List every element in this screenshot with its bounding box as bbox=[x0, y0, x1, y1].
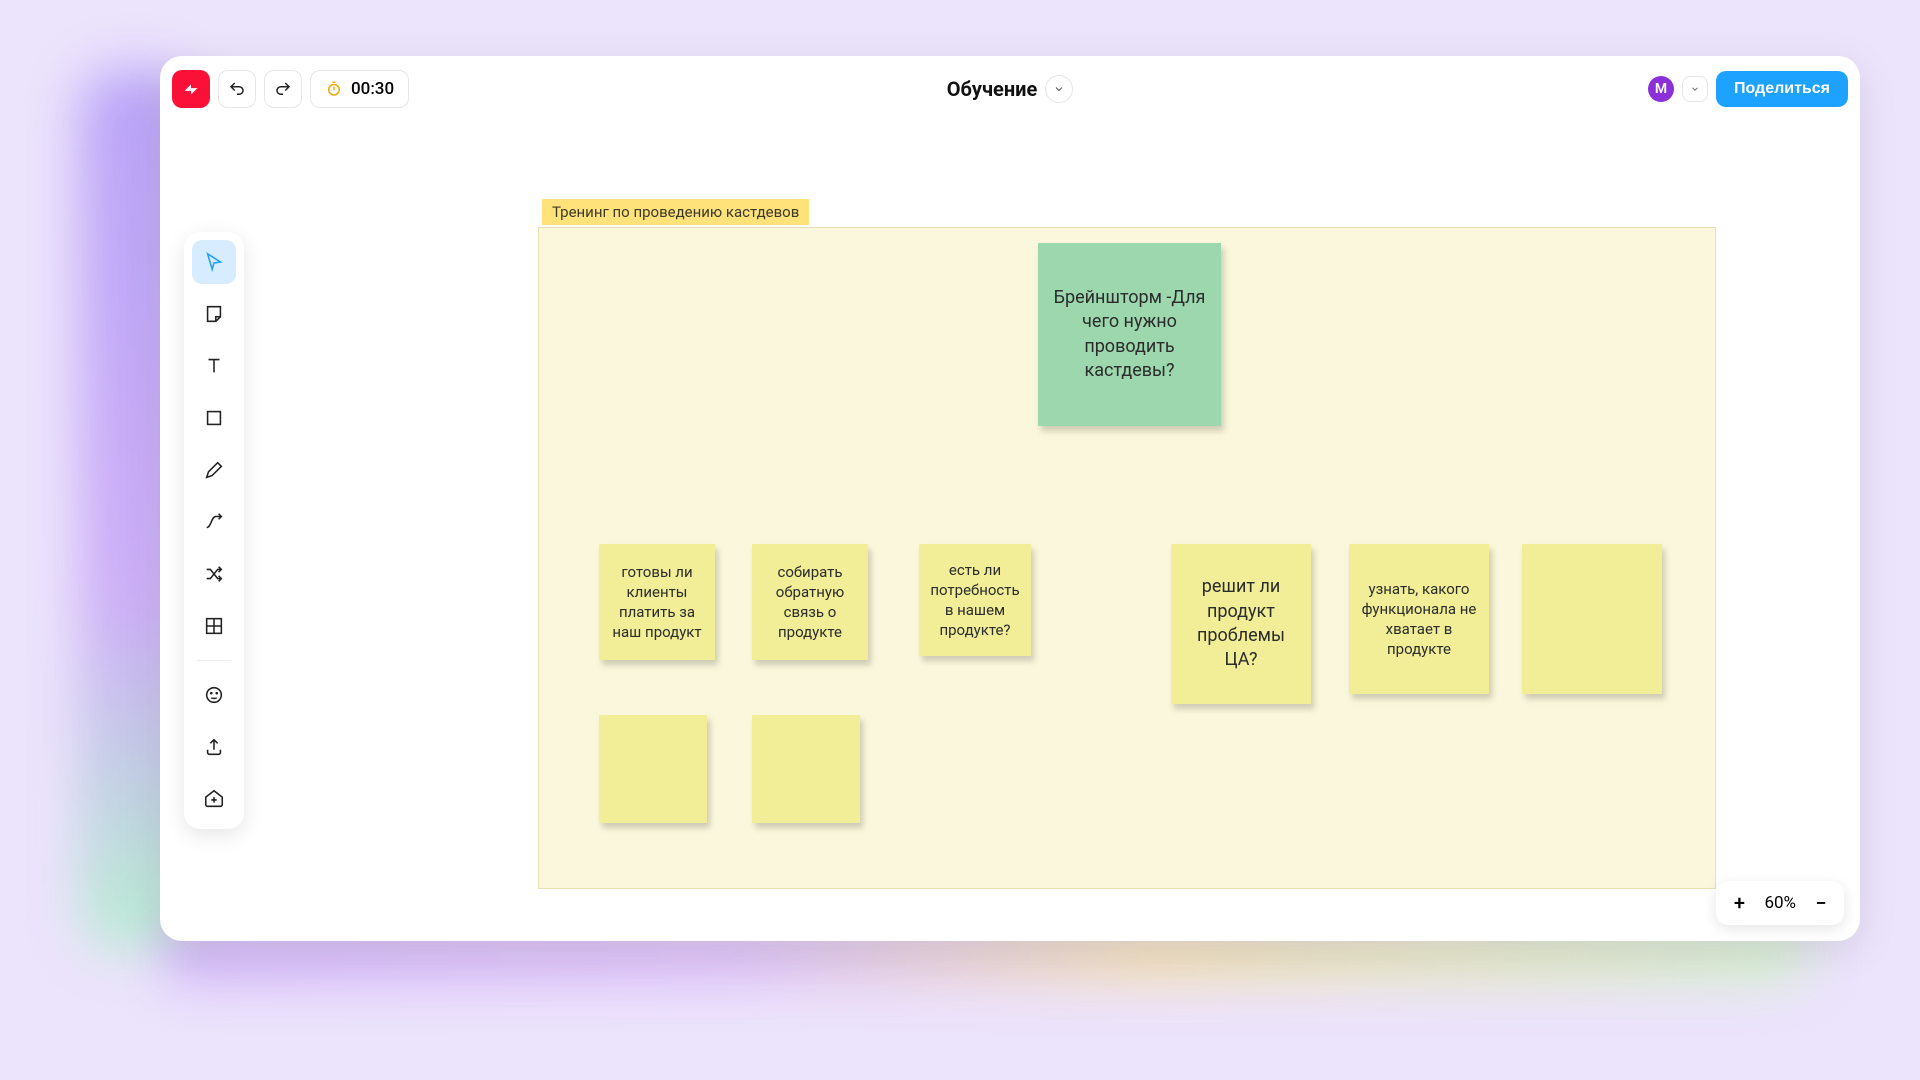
text-icon bbox=[203, 355, 225, 377]
upload-icon bbox=[203, 736, 225, 758]
shuffle-icon bbox=[203, 563, 225, 585]
tool-connector[interactable] bbox=[192, 500, 236, 544]
tool-sticky[interactable] bbox=[192, 292, 236, 336]
sticky-2[interactable]: собирать обратную связь о продукте bbox=[752, 544, 868, 660]
sticky-1[interactable]: готовы ли клиенты платить за наш продукт bbox=[599, 544, 715, 660]
sticky-3[interactable]: есть ли потребность в нашем продукте? bbox=[919, 544, 1031, 656]
zoom-in-button[interactable]: + bbox=[1730, 891, 1748, 915]
undo-icon bbox=[228, 80, 246, 98]
tool-emoji[interactable] bbox=[192, 673, 236, 717]
timer-value: 00:30 bbox=[351, 79, 394, 99]
zoom-out-button[interactable]: − bbox=[1812, 891, 1830, 915]
redo-icon bbox=[274, 80, 292, 98]
topbar-right: М Поделиться bbox=[1648, 68, 1848, 110]
sticky-4[interactable]: решит ли продукт проблемы ЦА? bbox=[1171, 544, 1311, 704]
logo-icon bbox=[180, 78, 202, 100]
user-menu-button[interactable] bbox=[1682, 76, 1708, 102]
chevron-down-icon bbox=[1690, 84, 1700, 94]
share-button[interactable]: Поделиться bbox=[1716, 71, 1848, 107]
tool-select[interactable] bbox=[192, 240, 236, 284]
grid-icon bbox=[203, 615, 225, 637]
board-title[interactable]: Обучение bbox=[947, 77, 1038, 101]
tool-random[interactable] bbox=[192, 552, 236, 596]
sticky-6[interactable] bbox=[1522, 544, 1662, 694]
sticky-7[interactable] bbox=[599, 715, 707, 823]
sticky-note-icon bbox=[203, 303, 225, 325]
title-menu-button[interactable] bbox=[1045, 75, 1073, 103]
tool-shape[interactable] bbox=[192, 396, 236, 440]
app-logo[interactable] bbox=[172, 70, 210, 108]
app-window: 00:30 Обучение М Поделиться bbox=[160, 56, 1860, 941]
timer-button[interactable]: 00:30 bbox=[310, 70, 409, 108]
emoji-icon bbox=[203, 684, 225, 706]
pencil-icon bbox=[203, 459, 225, 481]
tool-grid[interactable] bbox=[192, 604, 236, 648]
sticky-8[interactable] bbox=[752, 715, 860, 823]
avatar[interactable]: М bbox=[1648, 76, 1674, 102]
connector-icon bbox=[203, 511, 225, 533]
toolbar-divider bbox=[197, 660, 231, 661]
zoom-level[interactable]: 60% bbox=[1764, 893, 1796, 913]
add-shape-icon bbox=[203, 788, 225, 810]
toolbar bbox=[184, 232, 244, 829]
tool-upload[interactable] bbox=[192, 725, 236, 769]
board-frame[interactable]: Брейншторм -Для чего нужно проводить кас… bbox=[538, 227, 1716, 889]
sticky-main[interactable]: Брейншторм -Для чего нужно проводить кас… bbox=[1038, 243, 1221, 426]
redo-button[interactable] bbox=[264, 70, 302, 108]
topbar: 00:30 Обучение М Поделиться bbox=[172, 68, 1848, 110]
zoom-control: + 60% − bbox=[1716, 881, 1844, 925]
cursor-icon bbox=[203, 251, 225, 273]
undo-button[interactable] bbox=[218, 70, 256, 108]
tool-add[interactable] bbox=[192, 777, 236, 821]
chevron-down-icon bbox=[1053, 83, 1065, 95]
board-tag[interactable]: Тренинг по проведению кастдевов bbox=[542, 199, 809, 225]
stopwatch-icon bbox=[325, 80, 343, 98]
sticky-5[interactable]: узнать, какого функционала не хватает в … bbox=[1349, 544, 1489, 694]
tool-pen[interactable] bbox=[192, 448, 236, 492]
square-icon bbox=[203, 407, 225, 429]
tool-text[interactable] bbox=[192, 344, 236, 388]
title-group: Обучение bbox=[172, 68, 1848, 110]
